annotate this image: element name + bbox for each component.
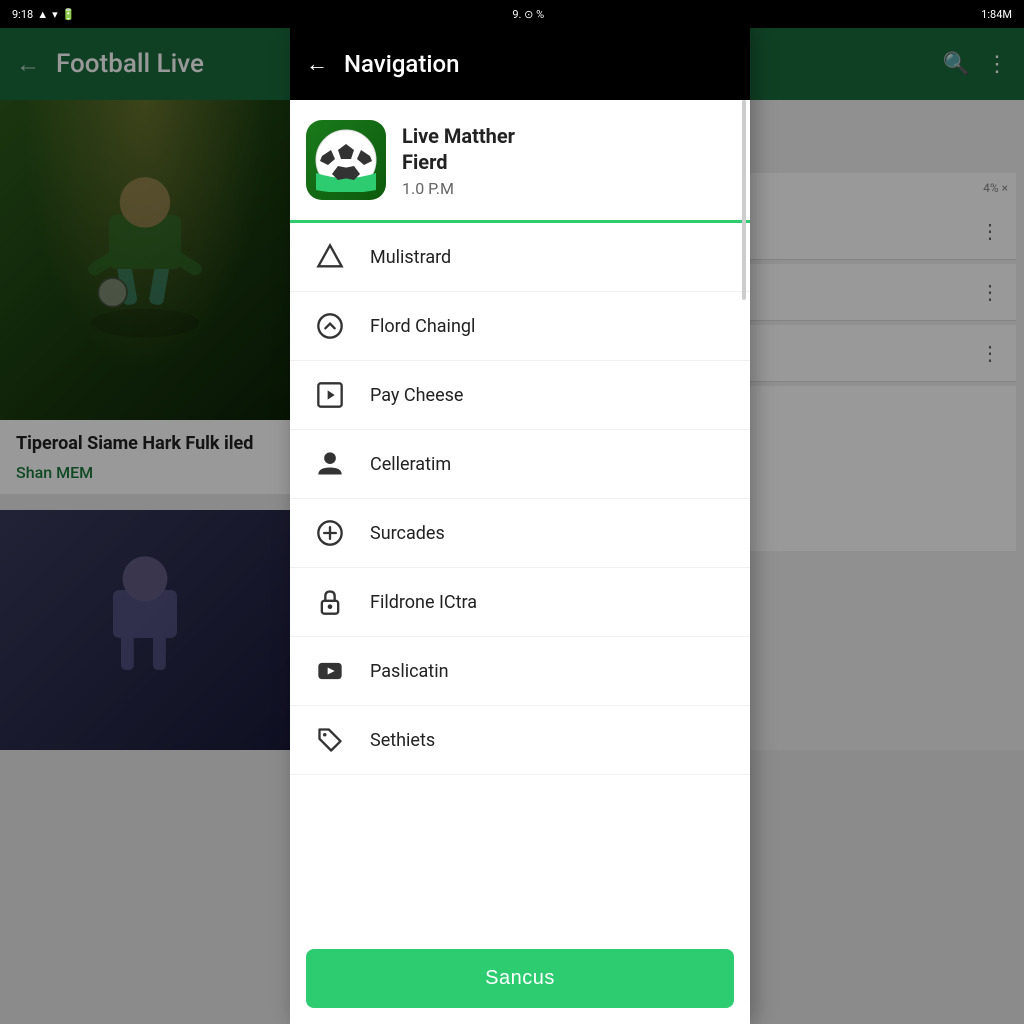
menu-label-paslicatin: Paslicatin xyxy=(370,661,449,682)
status-left: 9:18 ▲ ▾ 🔋 xyxy=(12,8,75,21)
tag-icon xyxy=(314,726,346,754)
menu-item-paslicatin[interactable]: Paslicatin xyxy=(290,637,750,706)
person-icon xyxy=(314,450,346,478)
drawer-scrollbar xyxy=(742,100,746,300)
drawer-back-button[interactable]: ← xyxy=(306,51,328,77)
soccer-ball-icon xyxy=(314,128,378,192)
status-time: 9:18 xyxy=(12,8,33,21)
app-icon xyxy=(306,120,386,200)
status-right: 1:84M xyxy=(981,8,1012,21)
wifi-icon: ▾ xyxy=(52,8,58,21)
menu-item-flord-chaingl[interactable]: Flord Chaingl xyxy=(290,292,750,361)
menu-label-fildrone-ictra: Fildrone ICtra xyxy=(370,592,477,613)
action-button[interactable]: Sancus xyxy=(306,949,734,1008)
menu-label-celleratim: Celleratim xyxy=(370,454,451,475)
menu-label-sethiets: Sethiets xyxy=(370,730,435,751)
status-center: 9. ⊙ % xyxy=(512,8,544,21)
triangle-icon xyxy=(314,243,346,271)
signal-icon: ▲ xyxy=(37,8,48,21)
profile-time: 1.0 P.M xyxy=(402,179,515,198)
menu-item-pay-cheese[interactable]: Pay Cheese xyxy=(290,361,750,430)
status-bar: 9:18 ▲ ▾ 🔋 9. ⊙ % 1:84M xyxy=(0,0,1024,28)
drawer-menu: Mulistrard Flord Chaingl Pay Cheese Cell… xyxy=(290,223,750,933)
menu-label-flord-chaingl: Flord Chaingl xyxy=(370,316,475,337)
circle-up-icon xyxy=(314,312,346,340)
profile-info: Live MattherFierd 1.0 P.M xyxy=(402,123,515,198)
menu-label-mulistrard: Mulistrard xyxy=(370,247,451,268)
navigation-drawer: ← Navigation Live MattherFierd 1.0 P.M xyxy=(290,28,750,1024)
youtube-icon xyxy=(314,657,346,685)
menu-item-surcades[interactable]: Surcades xyxy=(290,499,750,568)
plus-circle-icon xyxy=(314,519,346,547)
play-square-icon xyxy=(314,381,346,409)
lock-icon xyxy=(314,588,346,616)
drawer-profile: Live MattherFierd 1.0 P.M xyxy=(290,100,750,223)
menu-item-sethiets[interactable]: Sethiets xyxy=(290,706,750,775)
menu-label-pay-cheese: Pay Cheese xyxy=(370,385,463,406)
menu-item-celleratim[interactable]: Celleratim xyxy=(290,430,750,499)
menu-item-mulistrard[interactable]: Mulistrard xyxy=(290,223,750,292)
drawer-title: Navigation xyxy=(344,50,459,78)
menu-item-fildrone-ictra[interactable]: Fildrone ICtra xyxy=(290,568,750,637)
profile-name: Live MattherFierd xyxy=(402,123,515,175)
drawer-header: ← Navigation xyxy=(290,28,750,100)
menu-label-surcades: Surcades xyxy=(370,523,445,544)
battery-icon: 🔋 xyxy=(62,8,76,21)
